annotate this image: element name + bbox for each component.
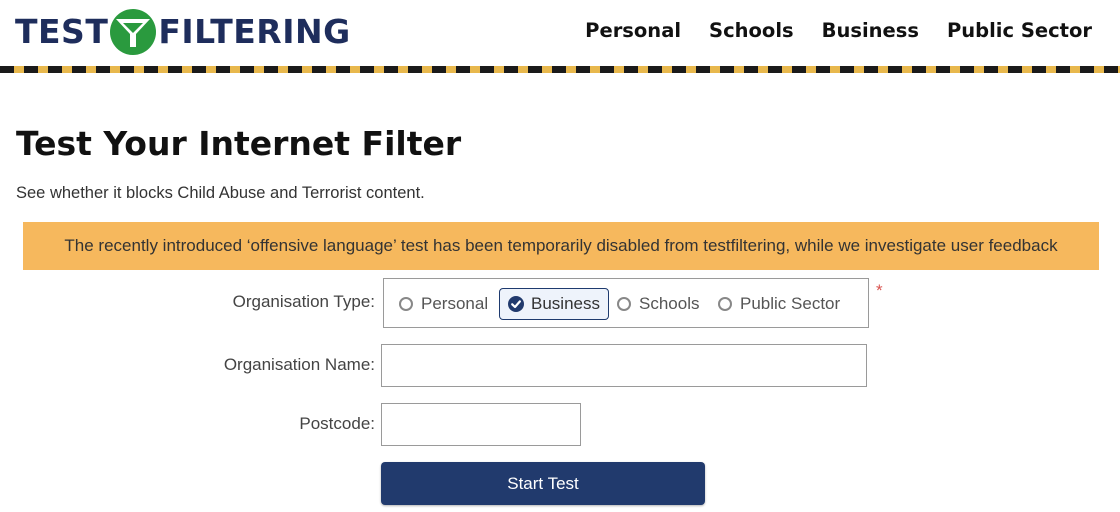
postcode-label: Postcode: [299, 414, 375, 433]
org-name-input[interactable] [381, 344, 867, 387]
nav-personal[interactable]: Personal [571, 14, 695, 48]
site-logo[interactable]: TEST FILTERING [15, 8, 351, 56]
page-title: Test Your Internet Filter [16, 124, 462, 163]
notice-text: The recently introduced ‘offensive langu… [64, 236, 1058, 255]
radio-unchecked-icon [718, 297, 732, 311]
radio-unchecked-icon [617, 297, 631, 311]
main-nav: Personal Schools Business Public Sector [571, 14, 1120, 48]
radio-business[interactable]: Business [499, 288, 609, 320]
org-type-radio-group: Personal Business Schools Public Sector [383, 278, 869, 328]
postcode-input[interactable] [381, 403, 581, 446]
page-subtitle: See whether it blocks Child Abuse and Te… [16, 184, 425, 202]
radio-public-sector-label: Public Sector [740, 294, 841, 313]
radio-personal-label: Personal [421, 294, 489, 313]
header-stripe-divider [0, 66, 1120, 73]
radio-public-sector[interactable]: Public Sector [710, 288, 848, 320]
nav-public-sector[interactable]: Public Sector [933, 14, 1120, 48]
radio-schools[interactable]: Schools [609, 288, 707, 320]
org-name-label: Organisation Name: [223, 355, 375, 374]
funnel-y-icon [110, 9, 157, 55]
required-marker: * [876, 281, 883, 300]
notice-banner: The recently introduced ‘offensive langu… [23, 222, 1099, 270]
start-test-button[interactable]: Start Test [381, 462, 705, 505]
radio-unchecked-icon [399, 297, 413, 311]
site-header: TEST FILTERING Personal Schools Business… [0, 0, 1120, 74]
nav-schools[interactable]: Schools [695, 14, 808, 48]
radio-business-label: Business [531, 294, 600, 313]
nav-business[interactable]: Business [808, 14, 933, 48]
radio-personal[interactable]: Personal [391, 288, 496, 320]
logo-text-left: TEST [15, 12, 109, 51]
logo-text-right: FILTERING [158, 12, 351, 51]
org-type-label: Organisation Type: [232, 292, 375, 311]
radio-checked-icon [508, 296, 524, 312]
radio-schools-label: Schools [639, 294, 700, 313]
